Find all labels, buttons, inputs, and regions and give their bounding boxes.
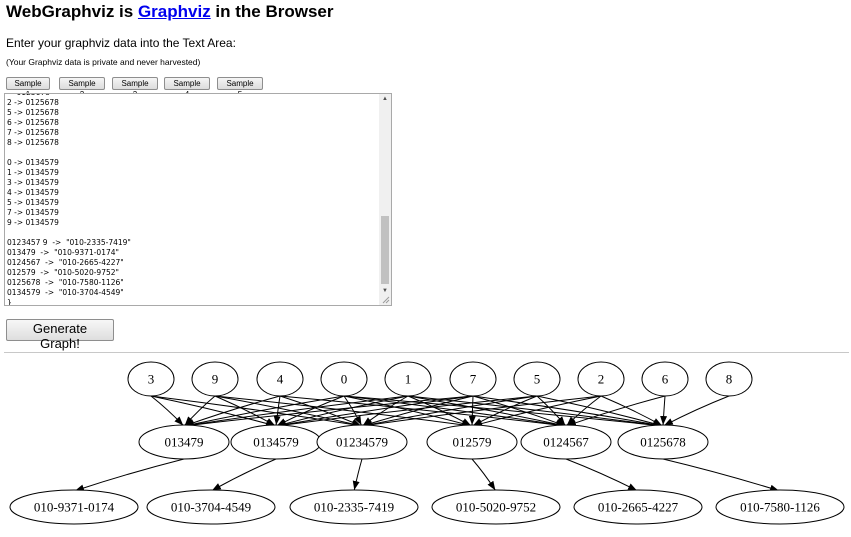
graph-node-label: 4: [277, 372, 284, 387]
scroll-up-icon[interactable]: ▲: [379, 94, 391, 105]
title-prefix: WebGraphviz is: [6, 2, 138, 21]
graph-node-010-2335-7419: 010-2335-7419: [289, 489, 419, 525]
scroll-thumb[interactable]: [381, 216, 389, 284]
graph-node-8: 8: [705, 361, 753, 397]
sample-1-button[interactable]: Sample 1: [6, 77, 50, 99]
graph-node-010-7580-1126: 010-7580-1126: [715, 489, 845, 525]
resize-grip-icon[interactable]: [382, 296, 390, 304]
graph-node-label: 010-7580-1126: [740, 500, 820, 515]
graph-node-label: 3: [148, 372, 155, 387]
graphviz-link[interactable]: Graphviz: [138, 2, 211, 21]
graph-node-0124567: 0124567: [520, 424, 612, 460]
graph-node-label: 1: [405, 372, 412, 387]
graph-node-label: 010-2335-7419: [314, 500, 394, 515]
graphviz-textarea[interactable]: 0125678 2 -> 0125678 5 -> 0125678 6 -> 0…: [4, 93, 392, 306]
graph-node-label: 0124567: [543, 435, 589, 450]
graph-edge-8-0125678: [663, 395, 730, 426]
graph-node-label: 7: [470, 372, 477, 387]
graph-edge-0124567-phone: [565, 458, 638, 491]
graph-node-2: 2: [577, 361, 625, 397]
graph-edge-7-0124567: [472, 395, 566, 427]
graph-node-010-5020-9752: 010-5020-9752: [431, 489, 561, 525]
graph-edge-0125678-phone: [662, 458, 780, 492]
graph-node-010-2665-4227: 010-2665-4227: [573, 489, 703, 525]
graph-node-label: 010-2665-4227: [598, 500, 679, 515]
graph-node-3: 3: [127, 361, 175, 397]
sample-5-button[interactable]: Sample 5: [217, 77, 263, 99]
graph-node-label: 010-5020-9752: [456, 500, 536, 515]
privacy-note: (Your Graphviz data is private and never…: [6, 57, 201, 67]
graph-node-013479: 013479: [138, 424, 230, 460]
graph-output: 3 9 4 0 1 7 5 2 6 8 013479 0134579 01234579 012579 012…: [9, 361, 845, 525]
generate-graph-button[interactable]: Generate Graph!: [6, 319, 114, 351]
graph-node-label: 9: [212, 372, 219, 387]
graph-node-0134579: 0134579: [230, 424, 322, 460]
graph-node-label: 8: [726, 372, 733, 387]
sample-4-button[interactable]: Sample 4: [164, 77, 210, 99]
graph-node-label: 5: [534, 372, 541, 387]
graph-edge-6-0125678: [660, 395, 668, 426]
divider: [4, 352, 849, 353]
textarea-content[interactable]: 0125678 2 -> 0125678 5 -> 0125678 6 -> 0…: [7, 94, 379, 305]
graph-edge-4-0134579: [273, 395, 281, 426]
textarea-scrollbar[interactable]: ▲ ▼: [379, 94, 391, 305]
graph-node-label: 010-3704-4549: [171, 500, 251, 515]
graph-edge-4-013479: [184, 395, 281, 427]
sample-3-button[interactable]: Sample 3: [112, 77, 158, 99]
graph-node-0125678: 0125678: [617, 424, 709, 460]
graph-node-9: 9: [191, 361, 239, 397]
graph-node-4: 4: [256, 361, 304, 397]
graph-edge-0134579-phone: [211, 458, 277, 491]
page-title: WebGraphviz is Graphviz in the Browser: [6, 2, 334, 22]
graph-node-6: 6: [641, 361, 689, 397]
sample-2-button[interactable]: Sample 2: [59, 77, 105, 99]
graph-node-label: 0: [341, 372, 348, 387]
graph-node-label: 2: [598, 372, 605, 387]
graph-edge-7-012579: [468, 395, 476, 426]
graph-edge-01234579-phone: [352, 458, 363, 491]
graph-edge-013479-phone: [74, 458, 185, 492]
graph-edge-012579-phone: [471, 458, 496, 491]
graph-node-label: 0134579: [253, 435, 299, 450]
intro-text: Enter your graphviz data into the Text A…: [6, 36, 236, 50]
graph-node-label: 0125678: [640, 435, 686, 450]
graph-node-label: 010-9371-0174: [34, 500, 115, 515]
graph-node-0: 0: [320, 361, 368, 397]
graph-node-label: 01234579: [336, 435, 388, 450]
graph-node-010-3704-4549: 010-3704-4549: [146, 489, 276, 525]
graph-edge-5-0125678: [536, 395, 663, 427]
graph-node-1: 1: [384, 361, 432, 397]
graph-node-010-9371-0174: 010-9371-0174: [9, 489, 139, 525]
graph-node-01234579: 01234579: [316, 424, 408, 460]
graph-node-012579: 012579: [426, 424, 518, 460]
graph-node-label: 012579: [453, 435, 492, 450]
graph-node-label: 013479: [165, 435, 204, 450]
title-suffix: in the Browser: [210, 2, 334, 21]
graph-node-7: 7: [449, 361, 497, 397]
graph-node-label: 6: [662, 372, 669, 387]
graph-node-5: 5: [513, 361, 561, 397]
graph-edge-3-013479: [150, 395, 184, 426]
